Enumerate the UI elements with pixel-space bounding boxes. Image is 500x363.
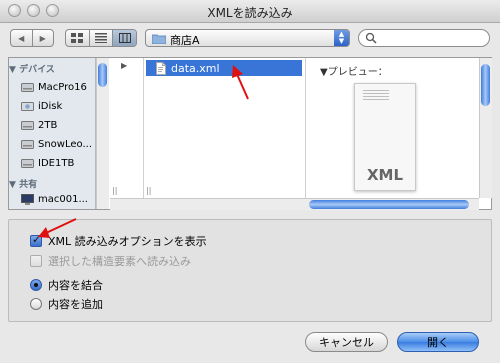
back-icon: ◀ [18, 33, 25, 43]
sidebar-scroll-thumb[interactable] [98, 63, 107, 87]
list-view-button[interactable] [88, 30, 113, 46]
hard-drive-icon [21, 158, 34, 168]
radio-selected-icon [30, 279, 42, 291]
document-preview-icon: XML [354, 83, 416, 191]
import-options-panel: XML 読み込みオプションを表示 選択した構造要素へ読み込み 内容を結合 内容を… [8, 219, 492, 322]
display-icon [21, 193, 34, 205]
location-label: 商店A [170, 34, 200, 47]
horizontal-scrollbar[interactable] [110, 198, 479, 210]
back-forward-control: ◀ ▶ [10, 29, 54, 47]
idisk-icon [21, 101, 34, 111]
sidebar-item-mac001[interactable]: mac001... [21, 191, 88, 207]
hard-drive-icon [21, 139, 34, 149]
window-title: XMLを読み込み [207, 6, 293, 20]
hard-drive-icon [21, 120, 34, 130]
merge-contents-radio[interactable]: 内容を結合 [30, 277, 103, 293]
sidebar-scrollbar[interactable] [96, 58, 109, 209]
shared-section-header[interactable]: ▼ 共有 [9, 177, 37, 190]
horizontal-scroll-thumb[interactable] [309, 200, 469, 209]
file-name: data.xml [171, 61, 220, 75]
disclosure-triangle-icon: ▼ [9, 180, 20, 190]
cancel-button[interactable]: キャンセル [305, 332, 388, 352]
disclosure-triangle-icon: ▼ [320, 67, 328, 78]
location-popup[interactable]: 商店A ▲ ▼ [145, 29, 350, 47]
search-icon [365, 32, 377, 44]
column-resize-grip[interactable]: || [112, 186, 117, 195]
sidebar-item-2tb[interactable]: 2TB [21, 117, 57, 133]
preview-scrollbar[interactable] [479, 58, 492, 198]
search-field[interactable] [358, 29, 490, 47]
file-row-selected[interactable]: data.xml [146, 60, 302, 76]
radio-icon [30, 298, 42, 310]
sidebar: ▼ デバイス MacPro16 iDisk 2TB SnowLeo... IDE… [9, 58, 96, 209]
column-resize-grip[interactable]: || [146, 186, 151, 195]
forward-button[interactable]: ▶ [31, 30, 54, 46]
forward-icon: ▶ [39, 33, 46, 43]
devices-section-header[interactable]: ▼ デバイス [9, 62, 55, 75]
column-view-button[interactable] [112, 30, 136, 46]
file-column: data.xml || [144, 58, 306, 198]
folder-icon [152, 34, 166, 44]
open-button[interactable]: 開く [397, 332, 479, 352]
icon-view-icon [71, 33, 84, 43]
checkbox-checked-icon [30, 233, 42, 247]
show-import-options-checkbox[interactable]: XML 読み込みオプションを表示 [30, 233, 207, 249]
preview-extension: XML [366, 166, 404, 184]
sidebar-item-macpro16[interactable]: MacPro16 [21, 79, 87, 95]
back-button[interactable]: ◀ [11, 30, 32, 46]
list-view-icon [95, 33, 107, 43]
preview-scroll-thumb[interactable] [481, 64, 490, 106]
append-contents-radio[interactable]: 内容を追加 [30, 296, 103, 312]
import-selected-elements-checkbox[interactable]: 選択した構造要素へ読み込み [30, 253, 191, 269]
sidebar-item-ide1tb[interactable]: IDE1TB [21, 155, 74, 171]
text-lines-graphic [363, 90, 389, 102]
checkbox-icon [30, 255, 42, 267]
popup-arrows-icon: ▲ ▼ [334, 30, 349, 46]
import-xml-dialog: XMLを読み込み ◀ ▶ 商店A ▲ ▼ ▼ デバイス MacPro16 iDi… [0, 0, 500, 363]
column-arrow-icon: ▶ [121, 61, 128, 70]
title-bar: XMLを読み込み [0, 0, 500, 23]
xml-file-icon [156, 61, 166, 75]
file-browser: ▼ デバイス MacPro16 iDisk 2TB SnowLeo... IDE… [8, 57, 492, 210]
sidebar-item-idisk[interactable]: iDisk [21, 98, 62, 114]
icon-view-button[interactable] [66, 30, 89, 46]
view-mode-control [65, 29, 137, 47]
hard-drive-icon [21, 82, 34, 92]
preview-label: ▼プレビュー： [320, 67, 388, 78]
sidebar-item-snowleo[interactable]: SnowLeo... [21, 136, 92, 152]
column-view-icon [118, 33, 131, 43]
parent-column: ▶ || [110, 58, 144, 198]
disclosure-triangle-icon: ▼ [9, 65, 20, 75]
preview-pane: ▼プレビュー： XML [306, 58, 479, 198]
